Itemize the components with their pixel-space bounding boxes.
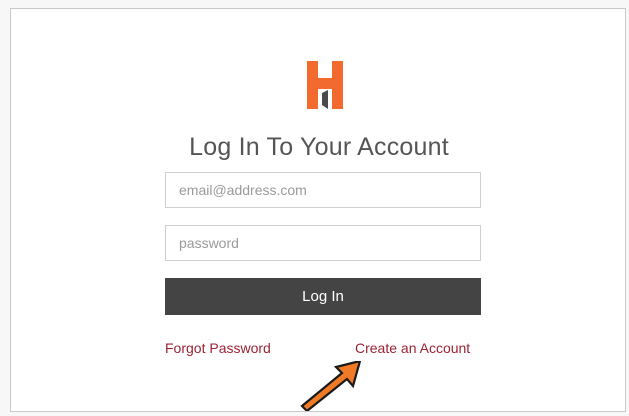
- login-page: Log In To Your Account Log In Forgot Pas…: [0, 0, 629, 416]
- create-account-link[interactable]: Create an Account: [355, 340, 470, 356]
- h-logo-icon: [307, 61, 343, 109]
- login-button[interactable]: Log In: [165, 278, 481, 315]
- page-title: Log In To Your Account: [189, 133, 449, 161]
- forgot-password-link[interactable]: Forgot Password: [165, 340, 271, 356]
- email-field[interactable]: [165, 172, 481, 208]
- login-card: Log In To Your Account Log In Forgot Pas…: [10, 8, 626, 412]
- password-field[interactable]: [165, 225, 481, 261]
- arrow-pointer-icon: [300, 361, 362, 411]
